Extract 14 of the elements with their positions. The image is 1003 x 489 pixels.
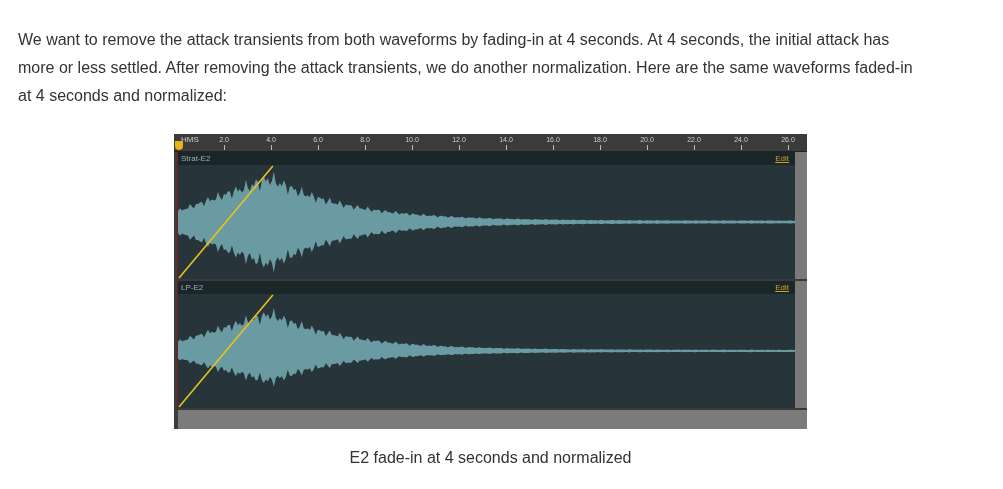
horizontal-scrollbar[interactable] (174, 410, 807, 429)
edit-link[interactable]: Edit (775, 283, 789, 292)
vertical-scrollbar[interactable] (795, 294, 807, 408)
figure-caption: E2 fade-in at 4 seconds and normalized (348, 448, 633, 468)
fade-line[interactable] (178, 294, 274, 408)
fade-line[interactable] (178, 165, 274, 279)
body-paragraph: We want to remove the attack transients from both waveforms by fading-in at 4 seconds. At 4 seconds, the initial attack has more or less settled. After removing the attack transients, we do another normalization. Here are the same waveforms faded-in at 4 seconds and normalized: (18, 30, 914, 106)
track-name: Strat-E2 (181, 154, 211, 163)
scrollbar-corner (795, 281, 807, 294)
edit-link[interactable]: Edit (775, 154, 789, 163)
scrollbar-corner (795, 152, 807, 165)
track-name: LP-E2 (181, 283, 204, 292)
vertical-scrollbar[interactable] (795, 165, 807, 279)
playhead-icon[interactable] (175, 141, 183, 150)
